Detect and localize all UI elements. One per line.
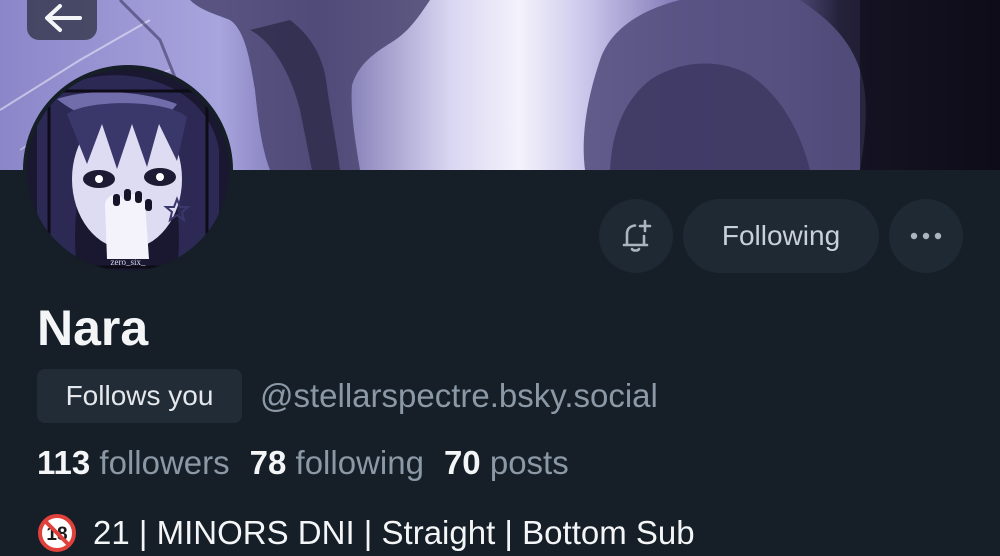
following-label: following [295,444,424,481]
profile-page: zero_six_ Following Nara Follows you @st… [0,0,1000,556]
ellipsis-icon [910,232,942,240]
followers-label: followers [99,444,230,481]
avatar-watermark: zero_six_ [110,257,146,267]
bio-text: 21 | MINORS DNI | Straight | Bottom Sub [93,514,695,551]
avatar[interactable]: zero_six_ [23,65,233,275]
profile-stats: 113 followers 78 following 70 posts [37,440,569,486]
profile-handle[interactable]: @stellarspectre.bsky.social [260,374,658,418]
followers-stat[interactable]: 113 followers [37,444,230,481]
arrow-left-icon [45,4,82,32]
posts-stat: 70 posts [444,444,569,481]
bell-plus-icon [622,219,652,252]
back-button[interactable] [27,0,97,40]
following-stat[interactable]: 78 following [250,444,424,481]
posts-label: posts [489,444,569,481]
following-count: 78 [249,444,287,481]
subscribe-notifications-button[interactable] [599,199,673,273]
no-under-18-icon: 18 [37,513,77,553]
following-button[interactable]: Following [683,199,879,273]
more-options-button[interactable] [889,199,963,273]
display-name: Nara [37,300,149,356]
posts-count: 70 [443,444,481,481]
followers-count: 113 [37,444,91,481]
avatar-image [27,69,229,271]
profile-bio: 18 21 | MINORS DNI | Straight | Bottom S… [37,510,695,556]
follows-you-badge: Follows you [37,369,242,423]
